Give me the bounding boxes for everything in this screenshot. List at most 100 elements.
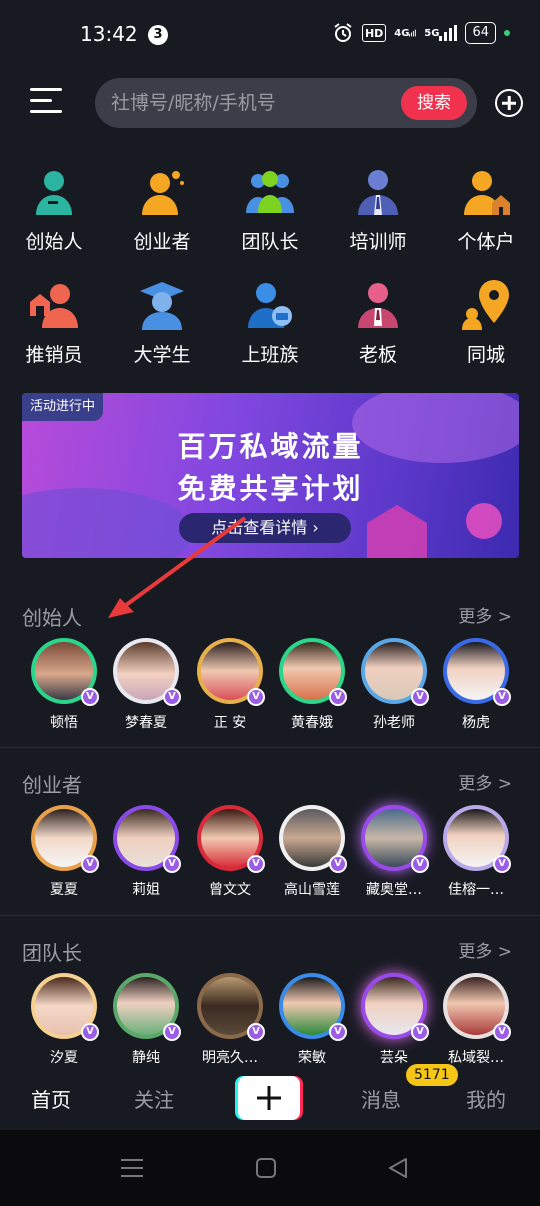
signal-4g-icon: 4G — [394, 22, 417, 44]
avatar: V — [443, 638, 511, 706]
person-card[interactable]: V 汐夏 — [21, 973, 107, 1067]
search-input[interactable] — [111, 78, 391, 128]
person-card[interactable]: V 杨虎 — [433, 638, 519, 732]
nav-follow[interactable]: 关注 — [134, 1084, 174, 1113]
nav-messages[interactable]: 消息 — [361, 1084, 401, 1113]
person-card[interactable]: V 高山雪莲 — [269, 805, 355, 899]
vip-badge-icon: V — [163, 688, 181, 706]
vip-badge-icon: V — [411, 688, 429, 706]
section-entrepreneurs: 创业者 更多 > V 夏夏 V 莉姐 V 曾文文 V 高山雪莲 V 藏奥堂… V… — [0, 765, 540, 915]
person-name: 莉姐 — [132, 882, 160, 898]
avatar: V — [31, 805, 99, 873]
vip-badge-icon: V — [163, 855, 181, 873]
person-card[interactable]: V 芸朵 — [351, 973, 437, 1067]
alarm-icon — [334, 23, 352, 42]
category-local[interactable]: 同城 — [432, 278, 540, 367]
person-card[interactable]: V 静纯 — [103, 973, 189, 1067]
person-name: 汐夏 — [50, 1050, 78, 1066]
person-card[interactable]: V 正 安 — [187, 638, 273, 732]
category-salesman[interactable]: 推销员 — [0, 278, 108, 367]
office-worker-icon — [248, 283, 292, 328]
person-name: 杨虎 — [462, 715, 490, 731]
more-link[interactable]: 更多 > — [458, 937, 512, 962]
category-label: 大学生 — [133, 344, 191, 366]
more-link[interactable]: 更多 > — [458, 769, 512, 794]
vip-badge-icon: V — [329, 688, 347, 706]
create-plus-button[interactable] — [238, 1076, 300, 1120]
person-card[interactable]: V 顿悟 — [21, 638, 107, 732]
category-office-worker[interactable]: 上班族 — [216, 278, 324, 367]
category-grid: 创始人 创业者 团队长 培训师 个体户 推销员 大学生 上班族 老板 同城 — [0, 165, 540, 367]
trainer-icon — [358, 170, 398, 215]
person-card[interactable]: V 夏夏 — [21, 805, 107, 899]
person-name: 顿悟 — [50, 715, 78, 731]
person-name: 黄春娥 — [291, 715, 333, 731]
banner-details-button[interactable]: 点击查看详情 › — [179, 513, 351, 543]
category-label: 团队长 — [241, 231, 299, 253]
person-card[interactable]: V 孙老师 — [351, 638, 437, 732]
message-count-badge: 5171 — [406, 1064, 458, 1086]
avatar: V — [443, 973, 511, 1041]
category-trainer[interactable]: 培训师 — [324, 165, 432, 254]
avatar: V — [31, 638, 99, 706]
person-card[interactable]: V 梦春夏 — [103, 638, 189, 732]
team-leader-icon — [246, 171, 294, 213]
avatar: V — [197, 973, 265, 1041]
avatar: V — [113, 638, 181, 706]
category-label: 老板 — [358, 344, 397, 366]
section-founders: 创始人 更多 > V 顿悟 V 梦春夏 V 正 安 V 黄春娥 V 孙老师 V … — [0, 598, 540, 748]
person-card[interactable]: V 明亮久… — [187, 973, 273, 1067]
status-time: 13:42 — [80, 22, 138, 46]
avatar: V — [279, 638, 347, 706]
category-team-leader[interactable]: 团队长 — [216, 165, 324, 254]
person-card[interactable]: V 私域裂… — [433, 973, 519, 1067]
banner-title-line1: 百万私域流量 — [177, 430, 364, 463]
promo-banner[interactable]: 活动进行中 百万私域流量 免费共享计划 点击查看详情 › — [22, 393, 519, 558]
category-entrepreneur[interactable]: 创业者 — [108, 165, 216, 254]
person-card[interactable]: V 荣敏 — [269, 973, 355, 1067]
category-self-employed[interactable]: 个体户 — [432, 165, 540, 254]
recent-apps-icon[interactable] — [121, 1158, 143, 1178]
signal-5g-icon: 5G — [424, 22, 458, 44]
status-bar: 13:42 3 HD 4G 5G 64 — [0, 0, 540, 70]
system-navigation-bar — [0, 1130, 540, 1206]
vip-badge-icon: V — [411, 855, 429, 873]
net-5g-label: 5G — [424, 27, 440, 39]
category-boss[interactable]: 老板 — [324, 278, 432, 367]
category-label: 培训师 — [349, 231, 407, 253]
person-card[interactable]: V 黄春娥 — [269, 638, 355, 732]
salesman-icon — [30, 284, 78, 328]
avatar: V — [31, 973, 99, 1041]
search-button[interactable]: 搜索 — [401, 86, 467, 120]
category-label: 推销员 — [25, 344, 83, 366]
person-card[interactable]: V 曾文文 — [187, 805, 273, 899]
vip-badge-icon: V — [329, 855, 347, 873]
home-icon[interactable] — [256, 1158, 276, 1178]
nav-home[interactable]: 首页 — [31, 1084, 71, 1113]
person-card[interactable]: V 佳榕一… — [433, 805, 519, 899]
add-circle-icon[interactable] — [495, 89, 523, 117]
category-founder[interactable]: 创始人 — [0, 165, 108, 254]
person-card[interactable]: V 莉姐 — [103, 805, 189, 899]
people-row: V 顿悟 V 梦春夏 V 正 安 V 黄春娥 V 孙老师 V 杨虎 — [0, 638, 540, 748]
menu-icon[interactable] — [30, 88, 62, 116]
person-card[interactable]: V 藏奥堂… — [351, 805, 437, 899]
category-label: 个体户 — [457, 231, 515, 253]
divider — [0, 915, 540, 916]
privacy-dot — [504, 30, 510, 36]
vip-badge-icon: V — [411, 1023, 429, 1041]
back-icon[interactable] — [388, 1158, 408, 1178]
person-name: 孙老师 — [373, 715, 415, 731]
more-link[interactable]: 更多 > — [458, 602, 512, 627]
search-bar: 搜索 — [95, 78, 477, 128]
nav-me[interactable]: 我的 — [466, 1084, 506, 1113]
person-name: 高山雪莲 — [284, 882, 340, 898]
section-title: 团队长 — [22, 941, 82, 965]
vip-badge-icon: V — [247, 855, 265, 873]
person-name: 藏奥堂… — [366, 882, 422, 898]
person-name: 佳榕一… — [448, 882, 504, 898]
net-4g-label: 4G — [394, 27, 410, 39]
category-student[interactable]: 大学生 — [108, 278, 216, 367]
person-name: 明亮久… — [202, 1050, 258, 1066]
vip-badge-icon: V — [493, 855, 511, 873]
